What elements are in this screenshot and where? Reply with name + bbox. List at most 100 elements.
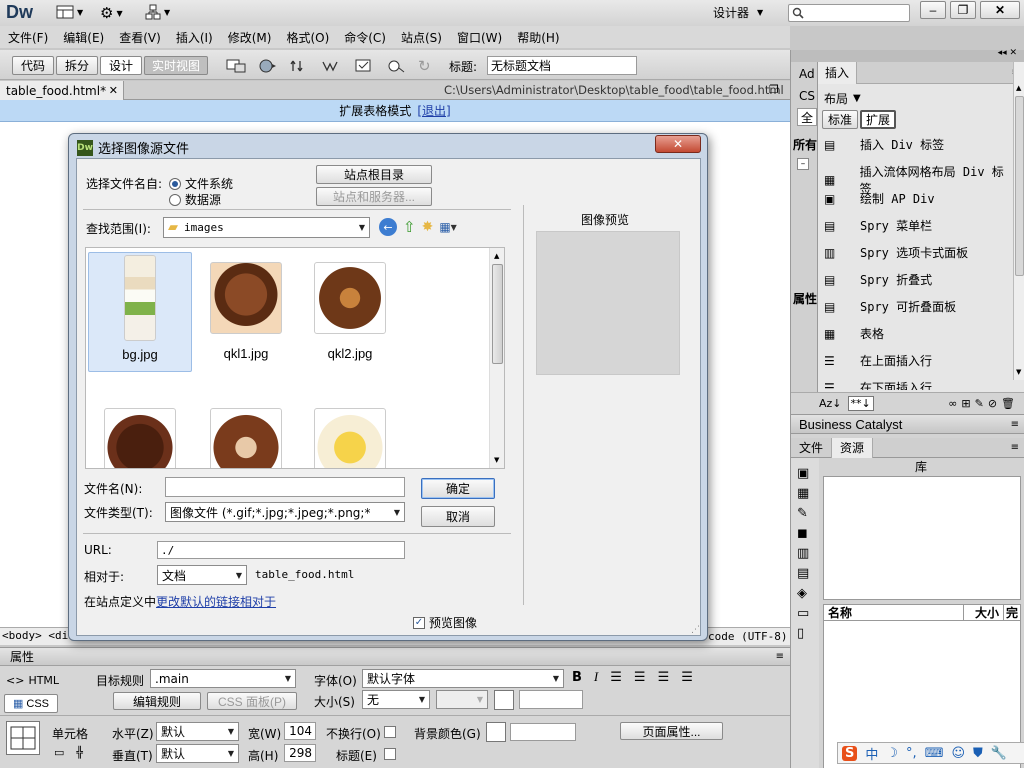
file-item[interactable] bbox=[298, 398, 402, 468]
bgcolor-input[interactable] bbox=[510, 723, 576, 741]
site-menu-button[interactable]: ▼ bbox=[145, 4, 170, 20]
up-folder-icon[interactable]: ⇧ bbox=[403, 218, 416, 236]
file-item[interactable]: bg.jpg bbox=[88, 252, 192, 372]
page-properties-button[interactable]: 页面属性... bbox=[620, 722, 723, 740]
document-tab[interactable]: table_food.html* ✕ bbox=[0, 81, 124, 100]
size-select[interactable]: 无 ▼ bbox=[362, 690, 430, 709]
file-list-scrollbar[interactable]: ▲ ▼ bbox=[489, 248, 504, 468]
css-panel-actions[interactable]: ∞⊞✎⊘🗑 bbox=[948, 397, 1019, 410]
panel-menu-icon[interactable]: ≡ bbox=[1011, 419, 1019, 430]
ok-button[interactable]: 确定 bbox=[421, 478, 495, 499]
insert-scrollbar[interactable]: ▲ ▼ bbox=[1013, 62, 1024, 380]
exit-expanded-link[interactable]: [退出] bbox=[417, 102, 450, 119]
panel-tab-css[interactable]: CS bbox=[799, 89, 815, 103]
insert-item[interactable]: ▥ Spry 选项卡式面板 bbox=[824, 244, 968, 261]
file-item[interactable]: qkl1.jpg bbox=[194, 252, 298, 372]
ime-tool-icon[interactable]: 🔧 bbox=[991, 746, 1007, 761]
insert-item[interactable]: ▤ Spry 菜单栏 bbox=[824, 217, 932, 234]
restore-button[interactable]: ❐ bbox=[950, 1, 976, 19]
collapse-icon[interactable]: ◂◂ ✕ bbox=[998, 48, 1017, 58]
menu-help[interactable]: 帮助(H) bbox=[517, 29, 559, 46]
business-catalyst-tab[interactable]: Business Catalyst bbox=[799, 417, 902, 432]
insert-item[interactable]: ▤ 插入 Div 标签 bbox=[824, 136, 944, 153]
css-mode-button[interactable]: ▦ CSS bbox=[4, 694, 58, 713]
col-name[interactable]: 名称 bbox=[824, 604, 964, 621]
text-color-input[interactable] bbox=[519, 690, 583, 709]
code-view-button[interactable]: 代码 bbox=[12, 56, 54, 75]
radio-datasource[interactable]: 数据源 bbox=[169, 191, 221, 208]
panel-menu-icon[interactable]: ≡ bbox=[776, 651, 784, 662]
menu-view[interactable]: 查看(V) bbox=[119, 29, 161, 46]
align-justify-icon[interactable]: ☰ bbox=[681, 670, 693, 685]
insert-item[interactable]: ☰ 在下面插入行 bbox=[824, 379, 932, 391]
ime-user-icon[interactable]: ☺ bbox=[951, 746, 965, 761]
change-default-link[interactable]: 更改默认的链接相对于 bbox=[156, 593, 276, 610]
filetype-select[interactable]: 图像文件 (*.gif;*.jpg;*.jpeg;*.png;* ▼ bbox=[165, 502, 405, 522]
edit-rule-button[interactable]: 编辑规则 bbox=[113, 692, 201, 710]
nowrap-checkbox[interactable] bbox=[384, 726, 396, 738]
target-rule-select[interactable]: .main ▼ bbox=[150, 669, 296, 688]
insert-item[interactable]: ▤ Spry 可折叠面板 bbox=[824, 298, 956, 315]
css-panel-button[interactable]: CSS 面板(P) bbox=[207, 692, 297, 710]
menu-file[interactable]: 文件(F) bbox=[8, 29, 48, 46]
col-full[interactable]: 完 bbox=[1004, 604, 1018, 621]
back-icon[interactable]: ← bbox=[379, 218, 397, 236]
html-mode-button[interactable]: <> HTML bbox=[6, 674, 59, 687]
view-menu-icon[interactable]: ▦ ▼ bbox=[439, 220, 457, 234]
height-input[interactable]: 298 bbox=[284, 744, 316, 762]
scroll-thumb[interactable] bbox=[1015, 96, 1024, 276]
col-size[interactable]: 大小 bbox=[964, 604, 1004, 621]
ime-keyboard-icon[interactable]: ⌨ bbox=[925, 746, 944, 761]
scroll-up-icon[interactable]: ▲ bbox=[494, 252, 499, 260]
expanded-mode-button[interactable]: 扩展 bbox=[860, 110, 896, 129]
scroll-up-icon[interactable]: ▲ bbox=[1016, 84, 1021, 92]
insert-tab[interactable]: 插入 bbox=[818, 61, 858, 84]
layout-menu-button[interactable]: ▼ bbox=[56, 5, 83, 19]
menu-insert[interactable]: 插入(I) bbox=[176, 29, 213, 46]
workspace-switcher[interactable]: 设计器 ▼ bbox=[713, 4, 763, 21]
collapse-tree-icon[interactable]: – bbox=[797, 158, 809, 170]
horz-select[interactable]: 默认 ▼ bbox=[156, 722, 239, 741]
tag-selector[interactable]: <body> <div bbox=[2, 629, 75, 642]
url-input[interactable]: ./ bbox=[157, 541, 405, 559]
sort-az-icon[interactable]: Az↓ bbox=[819, 397, 842, 410]
menu-modify[interactable]: 修改(M) bbox=[228, 29, 272, 46]
menu-edit[interactable]: 编辑(E) bbox=[63, 29, 104, 46]
new-folder-icon[interactable]: ✸ bbox=[422, 219, 434, 235]
vert-select[interactable]: 默认 ▼ bbox=[156, 744, 239, 763]
cancel-button[interactable]: 取消 bbox=[421, 506, 495, 527]
ime-moon-icon[interactable]: ☽ bbox=[886, 746, 898, 761]
relative-select[interactable]: 文档 ▼ bbox=[157, 565, 247, 585]
align-center-icon[interactable]: ☰ bbox=[634, 670, 646, 685]
menu-format[interactable]: 格式(O) bbox=[286, 29, 329, 46]
close-window-button[interactable]: ✕ bbox=[980, 1, 1020, 19]
file-item[interactable]: qkl2.jpg bbox=[298, 252, 402, 372]
align-right-icon[interactable]: ☰ bbox=[658, 670, 670, 685]
preview-browser-icon[interactable] bbox=[258, 58, 280, 74]
help-search-input[interactable] bbox=[788, 4, 910, 22]
header-checkbox[interactable] bbox=[384, 748, 396, 760]
ime-chinese-icon[interactable]: 中 bbox=[865, 744, 878, 763]
panel-tab-all[interactable]: 全 bbox=[797, 108, 817, 126]
look-in-select[interactable]: ▰ images ▼ bbox=[163, 217, 370, 238]
panel-menu-icon[interactable]: ≡ bbox=[1011, 442, 1019, 453]
font-select[interactable]: 默认字体 ▼ bbox=[362, 669, 564, 688]
visual-aids-icon[interactable] bbox=[386, 58, 408, 74]
split-cell-icon[interactable]: ╬ bbox=[76, 746, 83, 759]
design-view-button[interactable]: 设计 bbox=[100, 56, 142, 75]
file-item[interactable] bbox=[88, 398, 192, 468]
insert-item[interactable]: ▦ 表格 bbox=[824, 325, 884, 342]
minimize-button[interactable]: – bbox=[920, 1, 946, 19]
ime-shirt-icon[interactable]: ⛊ bbox=[973, 746, 983, 761]
resize-grip-icon[interactable]: ⋰ bbox=[691, 625, 700, 635]
document-title-input[interactable]: 无标题文档 bbox=[487, 56, 637, 75]
insert-item[interactable]: ▤ Spry 折叠式 bbox=[824, 271, 932, 288]
italic-icon[interactable]: I bbox=[594, 669, 598, 685]
restore-doc-icon[interactable]: ❐ bbox=[769, 83, 779, 96]
check-compat-icon[interactable] bbox=[354, 58, 376, 74]
assets-tab[interactable]: 资源 bbox=[832, 437, 874, 458]
split-view-button[interactable]: 拆分 bbox=[56, 56, 98, 75]
panel-tab-ap[interactable]: Ad bbox=[799, 67, 815, 81]
scroll-down-icon[interactable]: ▼ bbox=[494, 456, 499, 464]
show-set-props-icon[interactable]: **↓ bbox=[847, 396, 874, 411]
